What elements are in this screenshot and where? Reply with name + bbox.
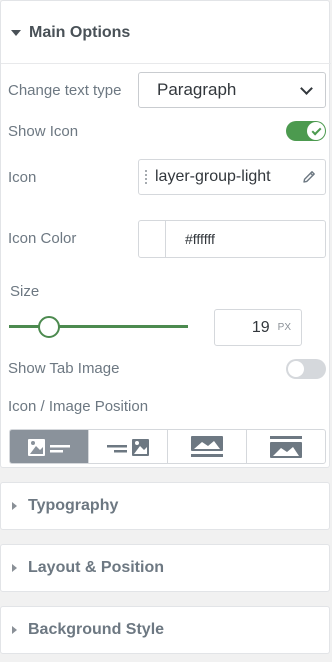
image-right-icon [107, 438, 149, 456]
toggle-knob [307, 122, 325, 140]
position-image-bottom-option[interactable] [247, 430, 325, 463]
main-options-title: Main Options [29, 24, 131, 41]
size-input[interactable]: 19 PX [214, 309, 302, 346]
toggle-knob [288, 361, 304, 377]
icon-value: layer-group-light [155, 168, 271, 185]
caret-right-icon [12, 502, 17, 510]
size-slider-handle[interactable] [38, 316, 60, 338]
icon-color-value: #ffffff [185, 231, 215, 247]
text-type-select[interactable]: Paragraph [138, 72, 326, 108]
image-bottom-icon [270, 435, 302, 458]
section-layout-position[interactable]: Layout & Position [0, 544, 330, 592]
caret-right-icon [12, 564, 17, 572]
image-left-icon [28, 438, 70, 456]
main-options-panel: Main Options Change text type Paragraph … [0, 0, 331, 468]
image-top-icon [191, 435, 223, 457]
icon-color-input[interactable]: #ffffff [166, 220, 326, 258]
divider [1, 63, 331, 64]
show-icon-label: Show Icon [8, 123, 79, 140]
section-typography[interactable]: Typography [0, 482, 330, 530]
icon-color-label: Icon Color [8, 230, 77, 247]
text-type-value: Paragraph [157, 80, 237, 99]
position-image-left-option[interactable] [10, 430, 89, 463]
section-background-style[interactable]: Background Style [0, 606, 330, 654]
drag-handle-icon [139, 170, 153, 184]
pencil-icon[interactable] [301, 169, 317, 185]
color-swatch[interactable] [138, 220, 166, 258]
icon-picker-field[interactable]: layer-group-light [138, 159, 326, 195]
chevron-down-icon [300, 82, 313, 95]
section-typography-title: Typography [28, 497, 119, 514]
show-tab-image-toggle[interactable] [286, 359, 326, 379]
section-background-style-title: Background Style [28, 621, 165, 638]
position-image-right-option[interactable] [89, 430, 168, 463]
position-label: Icon / Image Position [8, 398, 149, 415]
check-icon [311, 125, 321, 135]
icon-label: Icon [8, 169, 37, 186]
size-unit: PX [277, 322, 291, 333]
text-type-label: Change text type [8, 82, 122, 99]
show-icon-toggle[interactable] [286, 121, 326, 141]
icon-position-choices [9, 429, 326, 464]
size-label: Size [10, 283, 40, 300]
size-slider-track[interactable] [9, 325, 188, 328]
position-image-top-option[interactable] [168, 430, 247, 463]
caret-down-icon [11, 30, 21, 36]
section-layout-position-title: Layout & Position [28, 559, 164, 576]
main-options-header[interactable]: Main Options [11, 19, 130, 47]
show-tab-image-label: Show Tab Image [8, 360, 120, 377]
size-value: 19 [251, 318, 270, 336]
caret-right-icon [12, 626, 17, 634]
